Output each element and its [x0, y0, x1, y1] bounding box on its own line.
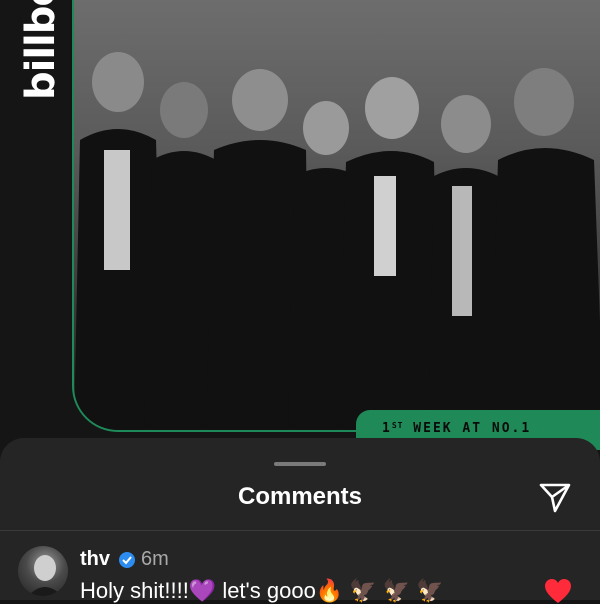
comments-sheet: Comments thv 6m Holy shit!!!!💜 let's goo… [0, 438, 600, 603]
share-icon[interactable] [538, 482, 572, 514]
verified-icon [119, 552, 135, 568]
post-image[interactable]: billboard 1ST WEEK AT NO.1 [0, 0, 600, 470]
comment-timestamp: 6m [141, 548, 169, 570]
comment-username[interactable]: thv [80, 548, 110, 571]
drag-handle[interactable] [274, 462, 326, 466]
rank-text: 1ST WEEK AT NO.1 [382, 421, 532, 436]
brand-logo: billboard [18, 0, 64, 100]
avatar-photo [28, 555, 62, 596]
comment-text: Holy shit!!!!💜 let's gooo🔥 🦅 🦅 🦅 [80, 578, 444, 603]
divider [0, 530, 600, 531]
photo-frame [72, 0, 600, 432]
sheet-title: Comments [237, 483, 363, 510]
group-photo [74, 52, 600, 430]
heart-icon[interactable] [544, 578, 572, 604]
avatar[interactable] [18, 546, 68, 596]
